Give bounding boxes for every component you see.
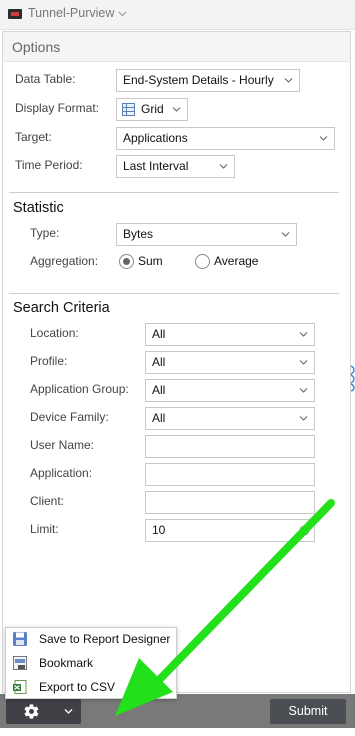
location-label: Location:	[30, 326, 79, 340]
data-table-value: End-System Details - Hourly	[123, 73, 274, 87]
location-select[interactable]: All	[145, 323, 315, 346]
gear-icon	[24, 704, 39, 719]
type-value: Bytes	[123, 227, 154, 241]
limit-value: 10	[152, 523, 166, 537]
search-criteria-title: Search Criteria	[13, 300, 110, 316]
average-radio[interactable]	[195, 254, 210, 269]
target-value: Applications	[123, 131, 188, 145]
menu-item-label: Bookmark	[39, 656, 94, 670]
chevron-down-icon	[281, 232, 290, 237]
type-select[interactable]: Bytes	[116, 223, 297, 246]
data-table-select[interactable]: End-System Details - Hourly	[116, 69, 300, 92]
save-icon	[13, 632, 27, 646]
limit-input[interactable]: 10	[145, 519, 315, 542]
time-period-label: Time Period:	[15, 158, 83, 172]
target-select[interactable]: Applications	[116, 127, 335, 150]
chevron-down-icon	[219, 164, 228, 169]
spinner-icon[interactable]	[299, 525, 310, 536]
type-label: Type:	[30, 226, 60, 240]
application-group-label: Application Group:	[30, 382, 129, 396]
application-label: Application:	[30, 466, 93, 480]
header-title[interactable]: Tunnel-Purview	[28, 6, 114, 20]
application-group-select[interactable]: All	[145, 379, 315, 402]
menu-item-save-to-report-designer[interactable]: Save to Report Designer	[6, 628, 176, 652]
divider	[9, 293, 339, 294]
submit-button[interactable]: Submit	[270, 699, 346, 724]
chevron-down-icon	[299, 416, 308, 421]
time-period-select[interactable]: Last Interval	[116, 155, 235, 178]
sum-label[interactable]: Sum	[138, 254, 163, 268]
user-name-input[interactable]	[145, 435, 315, 458]
tunnel-logo-icon	[8, 9, 22, 19]
report-options-window: Tunnel-Purview Options Data Table: End-S…	[0, 0, 355, 736]
data-table-label: Data Table:	[15, 72, 76, 86]
sum-radio[interactable]	[119, 254, 134, 269]
display-format-label: Display Format:	[15, 101, 100, 115]
display-format-value: Grid	[141, 102, 164, 116]
application-group-value: All	[152, 383, 166, 397]
options-title: Options	[12, 39, 61, 55]
target-label: Target:	[15, 130, 52, 144]
time-period-value: Last Interval	[123, 159, 189, 173]
menu-item-label: Save to Report Designer	[39, 632, 171, 646]
options-header: Options	[3, 32, 350, 62]
chevron-down-icon	[299, 360, 308, 365]
profile-select[interactable]: All	[145, 351, 315, 374]
chevron-down-icon	[299, 388, 308, 393]
device-family-select[interactable]: All	[145, 407, 315, 430]
chevron-down-icon	[319, 136, 328, 141]
profile-label: Profile:	[30, 354, 68, 368]
aggregation-label: Aggregation:	[30, 254, 99, 268]
chevron-down-icon	[299, 332, 308, 337]
actions-menu: Save to Report Designer Bookmark Export …	[5, 627, 177, 699]
client-input[interactable]	[145, 491, 315, 514]
chevron-down-icon[interactable]	[118, 9, 127, 18]
menu-item-export-to-csv[interactable]: Export to CSV	[6, 676, 176, 700]
device-family-label: Device Family:	[30, 410, 109, 424]
profile-value: All	[152, 355, 166, 369]
limit-label: Limit:	[30, 522, 59, 536]
average-label[interactable]: Average	[214, 254, 258, 268]
csv-export-icon	[13, 680, 27, 694]
header-bar: Tunnel-Purview	[0, 0, 355, 30]
display-format-select[interactable]: Grid	[116, 98, 188, 121]
side-resize-handle-icon[interactable]	[350, 364, 355, 392]
chevron-down-icon	[172, 107, 181, 112]
location-value: All	[152, 327, 166, 341]
divider	[9, 192, 339, 193]
actions-menu-button[interactable]	[6, 699, 81, 724]
menu-item-bookmark[interactable]: Bookmark	[6, 652, 176, 676]
chevron-down-icon	[64, 709, 73, 714]
chevron-down-icon	[284, 78, 293, 83]
grid-icon	[122, 103, 135, 116]
statistic-title: Statistic	[13, 200, 64, 216]
client-label: Client:	[30, 494, 65, 508]
menu-item-label: Export to CSV	[39, 680, 116, 694]
user-name-label: User Name:	[30, 438, 95, 452]
device-family-value: All	[152, 411, 166, 425]
bookmark-icon	[13, 656, 27, 670]
application-input[interactable]	[145, 463, 315, 486]
